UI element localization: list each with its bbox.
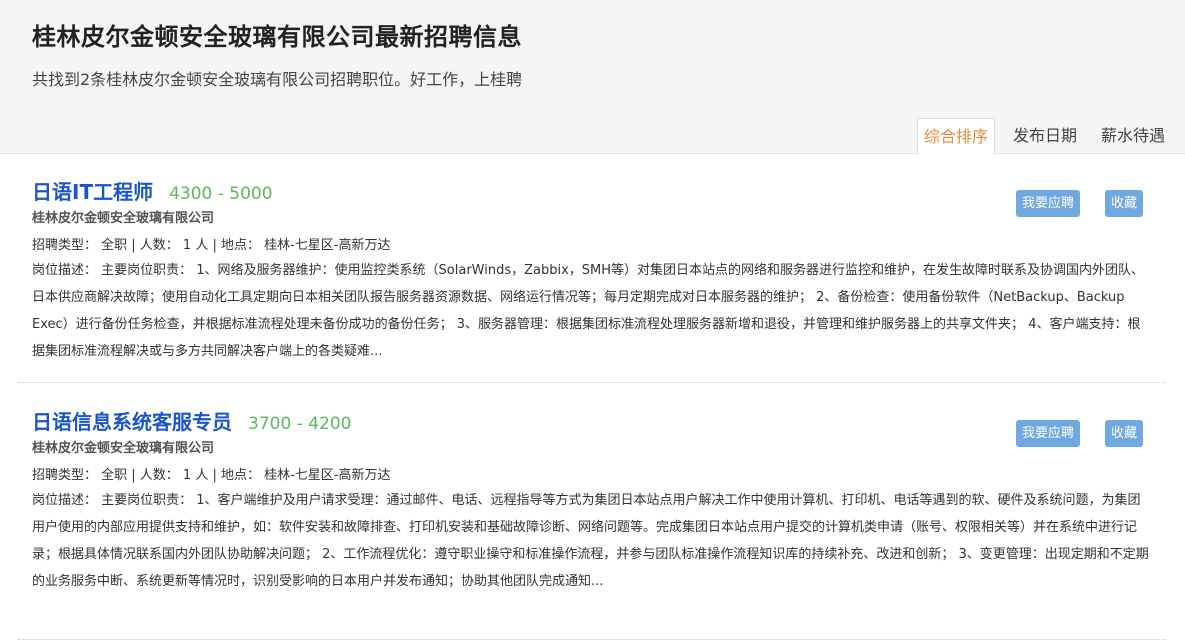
favorite-button[interactable]: 收藏 xyxy=(1105,420,1144,447)
page-title: 桂林皮尔金顿安全玻璃有限公司最新招聘信息 xyxy=(32,23,522,51)
apply-button[interactable]: 我要应聘 xyxy=(1016,420,1081,447)
job-meta: 招聘类型： 全职 | 人数： 1 人 | 地点： 桂林-七星区-高新万达 xyxy=(32,468,391,483)
apply-button[interactable]: 我要应聘 xyxy=(1016,190,1081,217)
sort-tabs: 综合排序 发布日期 薪水待遇 xyxy=(905,118,1171,155)
job-description: 岗位描述： 主要岗位职责： 1、客户端维护及用户请求受理：通过邮件、电话、远程指… xyxy=(32,493,1149,589)
sort-tab-publish-date[interactable]: 发布日期 xyxy=(1007,118,1083,154)
job-salary: 4300 - 5000 xyxy=(169,184,273,204)
job-title-row: 日语信息系统客服专员 3700 - 4200 xyxy=(32,406,351,435)
sort-tab-comprehensive[interactable]: 综合排序 xyxy=(916,118,995,155)
job-title-link[interactable]: 日语IT工程师 xyxy=(32,176,153,205)
job-listing: 日语信息系统客服专员 3700 - 4200 桂林皮尔金顿安全玻璃有限公司 招聘… xyxy=(18,384,1166,640)
job-salary: 3700 - 4200 xyxy=(248,414,352,434)
company-name: 桂林皮尔金顿安全玻璃有限公司 xyxy=(32,441,215,456)
favorite-button[interactable]: 收藏 xyxy=(1105,190,1144,217)
sort-tab-salary[interactable]: 薪水待遇 xyxy=(1095,118,1171,154)
page-header: 桂林皮尔金顿安全玻璃有限公司最新招聘信息 共找到2条桂林皮尔金顿安全玻璃有限公司… xyxy=(0,0,1185,155)
page-subtitle: 共找到2条桂林皮尔金顿安全玻璃有限公司招聘职位。好工作，上桂聘 xyxy=(32,70,523,89)
job-title-row: 日语IT工程师 4300 - 5000 xyxy=(32,176,273,205)
job-meta: 招聘类型： 全职 | 人数： 1 人 | 地点： 桂林-七星区-高新万达 xyxy=(32,238,391,253)
job-title-link[interactable]: 日语信息系统客服专员 xyxy=(32,406,232,435)
company-name: 桂林皮尔金顿安全玻璃有限公司 xyxy=(32,211,215,226)
job-listing: 日语IT工程师 4300 - 5000 桂林皮尔金顿安全玻璃有限公司 招聘类型：… xyxy=(18,154,1166,383)
job-description: 岗位描述： 主要岗位职责： 1、网络及服务器维护：使用监控类系统（SolarWi… xyxy=(32,263,1145,359)
